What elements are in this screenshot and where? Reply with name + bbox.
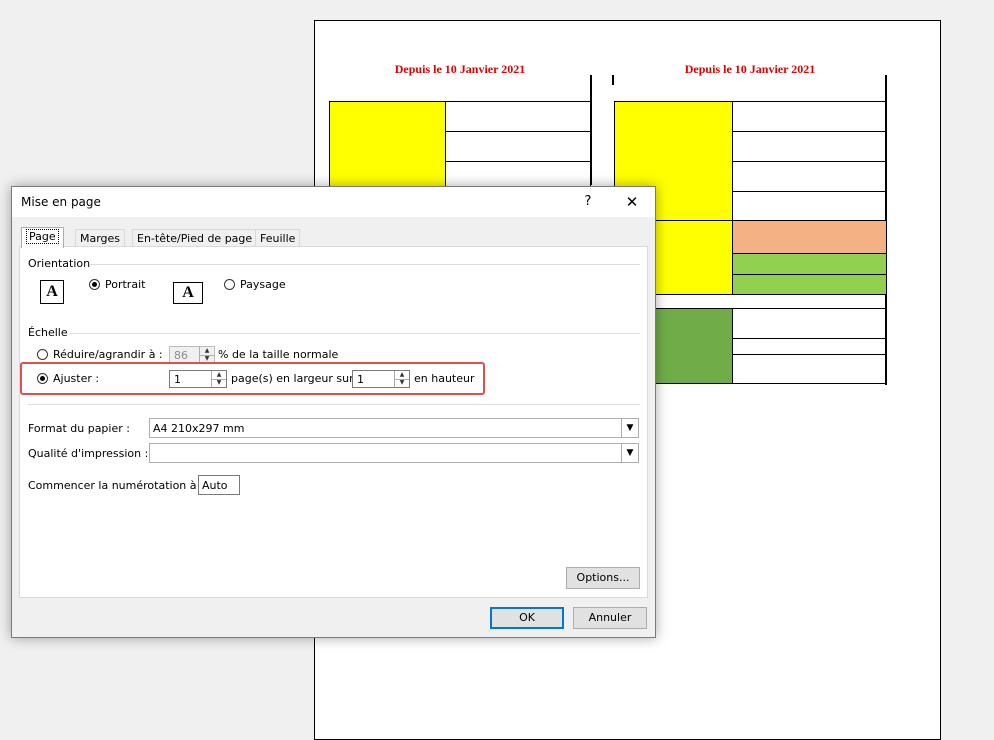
paper-size-select[interactable]: A4 210x297 mm ▼ <box>149 418 639 438</box>
sheet-cell <box>445 101 591 132</box>
chevron-down-icon[interactable]: ▼ <box>621 444 638 462</box>
tab-label: Marges <box>80 232 121 245</box>
sheet-header-right: Depuis le 10 Janvier 2021 <box>684 62 816 76</box>
tab-page[interactable]: Page <box>21 227 64 248</box>
landscape-page-icon: A <box>173 282 203 304</box>
print-quality-label: Qualité d'impression : <box>28 447 149 460</box>
first-page-number-label: Commencer la numérotation à : <box>28 479 204 492</box>
help-icon[interactable]: ? <box>578 191 598 213</box>
scale-group-label: Échelle <box>28 326 68 339</box>
dialog-title: Mise en page <box>21 195 101 209</box>
close-icon[interactable]: ✕ <box>618 191 646 213</box>
reduce-enlarge-radio[interactable] <box>37 349 48 360</box>
chevron-down-icon[interactable]: ▼ <box>621 419 638 437</box>
sheet-cell <box>445 131 591 162</box>
sheet-cell <box>732 354 887 384</box>
page-setup-dialog: Mise en page ? ✕ Page Marges En-tête/Pie… <box>11 186 656 638</box>
landscape-label[interactable]: Paysage <box>240 278 286 291</box>
portrait-label[interactable]: Portrait <box>105 278 145 291</box>
sheet-cell <box>732 131 887 162</box>
group-separator <box>28 404 640 405</box>
reduce-enlarge-label[interactable]: Réduire/agrandir à : <box>53 348 163 361</box>
group-separator <box>70 333 640 334</box>
scale-percent-suffix: % de la taille normale <box>218 348 339 361</box>
portrait-radio[interactable] <box>89 279 100 290</box>
portrait-page-icon: A <box>40 280 64 304</box>
options-button[interactable]: Options... <box>566 567 640 589</box>
tab-label: Page <box>26 229 59 244</box>
sheet-cell <box>732 253 887 275</box>
paper-size-label: Format du papier : <box>28 422 130 435</box>
landscape-radio[interactable] <box>224 279 235 290</box>
orientation-group-label: Orientation <box>28 257 91 270</box>
tab-panel-page: Orientation A Portrait A Paysage Échelle… <box>19 246 648 598</box>
print-quality-select[interactable]: ▼ <box>149 443 639 463</box>
sheet-header-left: Depuis le 10 Janvier 2021 <box>394 62 526 76</box>
sheet-cell <box>732 161 887 192</box>
ok-button[interactable]: OK <box>490 607 564 629</box>
first-page-number-input[interactable]: Auto <box>198 475 240 495</box>
sheet-cell <box>732 274 887 295</box>
sheet-cell <box>732 220 887 254</box>
tab-label: En-tête/Pied de page <box>137 232 253 245</box>
first-page-number-value: Auto <box>202 479 228 492</box>
sheet-cell <box>732 191 887 221</box>
tab-label: Feuille <box>260 232 296 245</box>
sheet-divider-line <box>612 75 614 85</box>
dialog-titlebar: Mise en page ? ✕ <box>12 187 655 217</box>
sheet-cell <box>732 101 887 132</box>
fit-to-highlight-box <box>20 362 485 395</box>
sheet-cell <box>329 101 446 191</box>
cancel-button[interactable]: Annuler <box>573 607 647 629</box>
spinner-arrows: ▲ ▼ <box>199 347 214 363</box>
sheet-cell <box>732 338 887 355</box>
scale-percent-value: 86 <box>174 349 188 362</box>
paper-size-value: A4 210x297 mm <box>153 422 245 435</box>
sheet-cell <box>732 308 887 339</box>
group-separator <box>90 264 640 265</box>
